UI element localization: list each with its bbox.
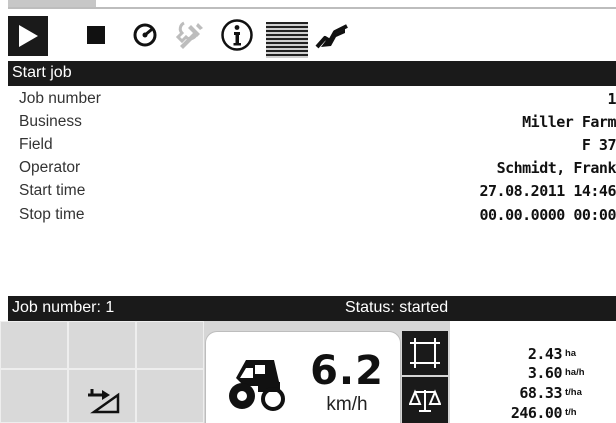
headland-button[interactable]: [68, 369, 136, 423]
field-row-start-time: Start time 27.08.2011 14:46: [8, 180, 616, 202]
job-details-panel: Job number 1 Business Miller Farm Field …: [8, 86, 616, 296]
info-button[interactable]: [219, 16, 255, 54]
speed-display: 6.2 km/h: [205, 331, 401, 423]
field-row-field: Field F 37: [8, 134, 616, 156]
scale-icon: [409, 389, 441, 412]
status-bar: Job number: 1 Status: started: [8, 296, 616, 321]
field-value: Schmidt, Frank: [496, 159, 616, 177]
field-label: Business: [19, 113, 82, 130]
status-job-number: Job number: 1: [12, 299, 115, 316]
status-text: Status: started: [345, 299, 449, 316]
field-value: F 37: [581, 136, 616, 154]
page-title: Start job: [8, 61, 616, 86]
field-value: 27.08.2011 14:46: [479, 182, 616, 200]
area-icon: [410, 338, 440, 368]
monitor-unit: ha/h: [565, 367, 585, 378]
monitor-unit: ha: [565, 348, 577, 359]
monitor-value: 68.33: [519, 384, 562, 402]
gauge-button[interactable]: [127, 16, 163, 54]
headland-icon: [83, 380, 125, 416]
monitor-values: 2.43 ha 3.60 ha/h 68.33 t/ha 246.00 t/h: [450, 321, 616, 423]
tools-icon: [175, 21, 203, 49]
field-row-business: Business Miller Farm: [8, 111, 616, 133]
monitor-row-area: 2.43 ha: [450, 344, 616, 364]
soft-key-2[interactable]: [68, 321, 136, 369]
speed-unit: km/h: [326, 394, 368, 415]
graph-button[interactable]: [314, 16, 350, 54]
monitor-row-area-rate: 3.60 ha/h: [450, 363, 616, 383]
play-icon: [19, 25, 38, 47]
soft-key-6[interactable]: [136, 369, 204, 423]
field-row-operator: Operator Schmidt, Frank: [8, 157, 616, 179]
stop-icon: [87, 26, 105, 44]
tractor-icon: [229, 360, 285, 411]
field-label: Start time: [19, 182, 86, 199]
monitor-row-yield: 68.33 t/ha: [450, 383, 616, 403]
list-icon: [266, 22, 308, 58]
monitor-value: 2.43: [527, 345, 563, 363]
graph-icon: [315, 24, 348, 49]
stop-button[interactable]: [78, 16, 114, 54]
monitor-value: 246.00: [510, 404, 563, 422]
field-row-stop-time: Stop time 00.00.0000 00:00: [8, 204, 616, 226]
monitor-row-throughput: 246.00 t/h: [450, 403, 616, 423]
toolbar: [0, 0, 616, 60]
field-label: Field: [19, 136, 53, 153]
field-value: 1: [607, 90, 616, 108]
monitor-unit: t/ha: [565, 387, 582, 398]
speed-value: 6.2: [310, 348, 384, 394]
toolbar-divider: [8, 7, 616, 9]
yield-button[interactable]: [402, 377, 448, 423]
field-row-job-number: Job number 1: [8, 88, 616, 110]
gauge-icon: [133, 23, 157, 47]
field-label: Stop time: [19, 206, 85, 223]
info-icon: [221, 19, 253, 51]
monitor-unit: t/h: [565, 407, 577, 418]
bottom-bar: 6.2 km/h 2.43 ha 3.60 ha/h 68.33 t/ha 24…: [0, 321, 616, 423]
field-value: 00.00.0000 00:00: [479, 206, 616, 224]
soft-key-4[interactable]: [0, 369, 68, 423]
soft-key-3[interactable]: [136, 321, 204, 369]
monitor-value: 3.60: [527, 364, 563, 382]
list-button[interactable]: [266, 22, 308, 58]
field-value: Miller Farm: [522, 113, 616, 131]
soft-key-1[interactable]: [0, 321, 68, 369]
field-label: Operator: [19, 159, 81, 176]
play-button[interactable]: [8, 16, 48, 56]
field-label: Job number: [19, 90, 101, 107]
tools-button[interactable]: [172, 16, 208, 54]
area-button[interactable]: [402, 331, 448, 375]
